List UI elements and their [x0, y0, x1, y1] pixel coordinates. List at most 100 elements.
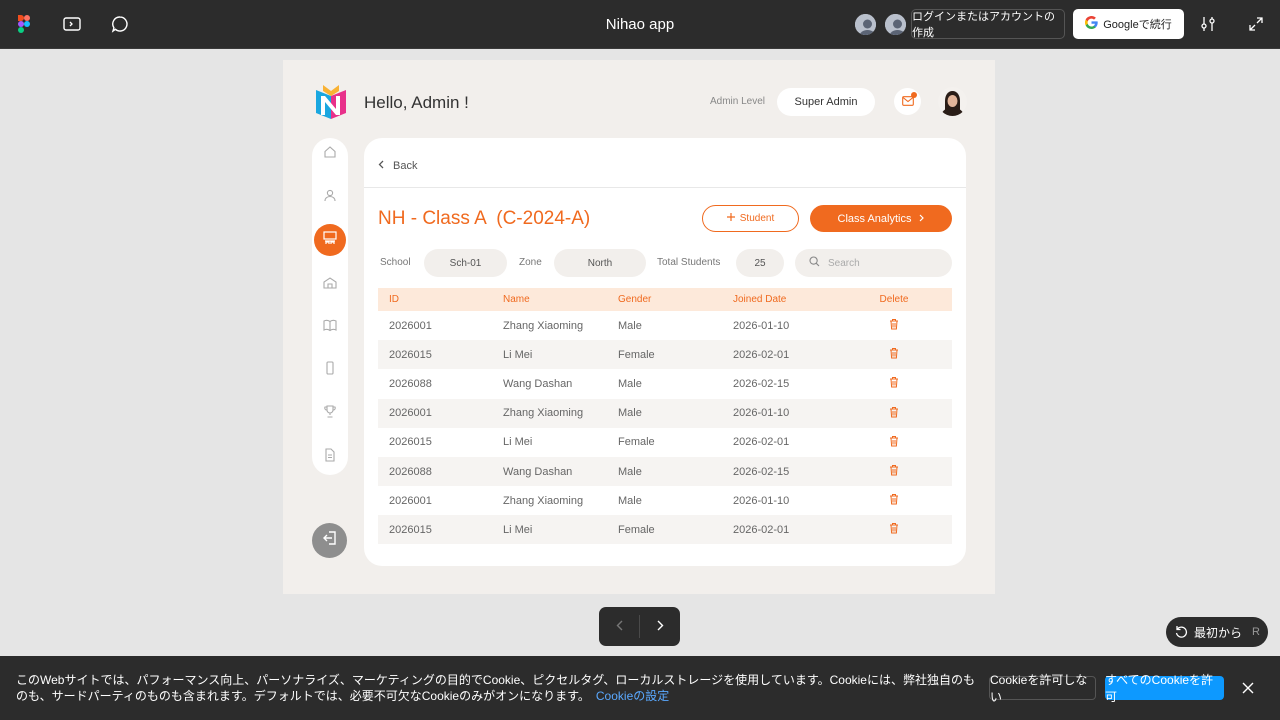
column-header-id[interactable]: ID [389, 288, 399, 311]
back-button[interactable]: Back [378, 160, 417, 172]
expand-icon[interactable] [1244, 12, 1268, 36]
chevron-right-icon [919, 213, 925, 225]
student-name: Li Mei [503, 436, 533, 449]
delete-student-button[interactable] [878, 457, 910, 486]
student-gender: Female [618, 348, 655, 361]
sidebar-item-home[interactable] [314, 138, 346, 170]
school-filter[interactable]: Sch-01 [424, 249, 507, 277]
delete-student-button[interactable] [878, 311, 910, 340]
student-gender: Female [618, 523, 655, 536]
comment-icon[interactable] [108, 12, 132, 36]
school-icon [323, 275, 337, 294]
column-header-delete: Delete [879, 294, 909, 305]
table-row[interactable]: 2026015 Li Mei Female 2026-02-01 [378, 340, 952, 370]
trash-icon [889, 464, 899, 479]
sidebar-item-reports[interactable] [314, 441, 346, 473]
admin-level-badge: Super Admin [777, 88, 875, 116]
restart-label: 最初から [1194, 625, 1243, 640]
table-row[interactable]: 2026001 Zhang Xiaoming Male 2026-01-10 [378, 398, 952, 428]
student-name: Li Mei [503, 348, 533, 361]
delete-student-button[interactable] [878, 399, 910, 428]
trash-icon [889, 522, 899, 537]
restart-button[interactable]: 最初から R [1166, 617, 1268, 647]
student-joined-date: 2026-02-01 [733, 348, 790, 361]
viewer-avatar[interactable] [853, 12, 878, 37]
chevron-right-icon [657, 618, 664, 636]
back-label: Back [393, 160, 418, 172]
table-row[interactable]: 2026015 Li Mei Female 2026-02-01 [378, 515, 952, 545]
zone-filter[interactable]: North [554, 249, 646, 277]
google-icon [1085, 15, 1098, 32]
student-gender: Male [618, 407, 642, 420]
viewer-avatar[interactable] [883, 12, 908, 37]
delete-student-button[interactable] [878, 486, 910, 515]
close-icon[interactable] [1238, 678, 1258, 698]
sidebar-item-achievements[interactable] [314, 397, 346, 429]
student-name: Zhang Xiaoming [503, 319, 584, 332]
student-joined-date: 2026-02-15 [733, 377, 790, 390]
delete-student-button[interactable] [878, 340, 910, 369]
student-joined-date: 2026-01-10 [733, 407, 790, 420]
search-input[interactable]: Search [795, 249, 952, 277]
delete-student-button[interactable] [878, 515, 910, 544]
sidebar-item-users[interactable] [314, 181, 346, 213]
sidebar-item-courses[interactable] [314, 311, 346, 343]
column-header-joined-date[interactable]: Joined Date [733, 288, 786, 311]
page-title: NH - Class A (C-2024-A) [378, 208, 591, 229]
app-frame: Hello, Admin ! Admin Level Super Admin B… [283, 60, 995, 594]
notification-dot [911, 92, 917, 98]
notifications-button[interactable] [894, 88, 921, 115]
delete-student-button[interactable] [878, 369, 910, 398]
cookie-banner: このWebサイトでは、パフォーマンス向上、パーソナライズ、マーケティングの目的で… [0, 656, 1280, 720]
profile-avatar[interactable] [938, 87, 967, 116]
student-name: Wang Dashan [503, 377, 573, 390]
previous-frame-button[interactable] [599, 607, 639, 646]
student-id: 2026088 [389, 465, 432, 478]
student-gender: Male [618, 494, 642, 507]
delete-student-button[interactable] [878, 428, 910, 457]
sidebar-toggle-icon[interactable] [60, 12, 84, 36]
table-row[interactable]: 2026088 Wang Dashan Male 2026-02-15 [378, 457, 952, 486]
next-frame-button[interactable] [640, 607, 680, 646]
add-student-label: Student [739, 213, 775, 224]
add-student-button[interactable]: Student [702, 205, 799, 232]
student-id: 2026001 [389, 494, 432, 507]
student-gender: Female [618, 436, 655, 449]
sidebar-item-classes[interactable] [314, 224, 346, 256]
prototype-pager [599, 607, 680, 646]
student-joined-date: 2026-01-10 [733, 494, 790, 507]
table-row[interactable]: 2026001 Zhang Xiaoming Male 2026-01-10 [378, 311, 952, 340]
student-joined-date: 2026-02-01 [733, 523, 790, 536]
logout-button[interactable] [312, 523, 347, 558]
chevron-left-icon [378, 160, 384, 172]
sidebar-item-devices[interactable] [314, 354, 346, 386]
google-continue-label: Googleで続行 [1103, 19, 1172, 31]
home-icon [323, 145, 337, 164]
trash-icon [889, 347, 899, 362]
table-row[interactable]: 2026015 Li Mei Female 2026-02-01 [378, 428, 952, 457]
google-continue-button[interactable]: Googleで続行 [1073, 9, 1184, 39]
trash-icon [889, 406, 899, 421]
chevron-left-icon [616, 618, 623, 636]
table-header: ID Name Gender Joined Date Delete [378, 288, 952, 311]
allow-cookies-button[interactable]: すべてのCookieを許可 [1105, 673, 1224, 704]
table-row[interactable]: 2026001 Zhang Xiaoming Male 2026-01-10 [378, 486, 952, 515]
cookie-settings-link[interactable]: Cookieの設定 [596, 689, 669, 703]
trash-icon [889, 376, 899, 391]
deny-cookies-button[interactable]: Cookieを許可しない [989, 673, 1096, 704]
student-gender: Male [618, 319, 642, 332]
admin-level-label: Admin Level [710, 96, 766, 107]
login-button[interactable]: ログインまたはアカウントの作成 [911, 9, 1065, 39]
class-analytics-button[interactable]: Class Analytics [810, 205, 952, 232]
column-header-name[interactable]: Name [503, 288, 530, 311]
trophy-icon [323, 404, 337, 423]
sidebar-nav [312, 138, 348, 475]
figma-logo-icon[interactable] [12, 12, 36, 36]
sidebar-item-schools[interactable] [314, 268, 346, 300]
student-name: Wang Dashan [503, 465, 573, 478]
table-row[interactable]: 2026088 Wang Dashan Male 2026-02-15 [378, 369, 952, 398]
column-header-gender[interactable]: Gender [618, 288, 651, 311]
student-id: 2026015 [389, 523, 432, 536]
trash-icon [889, 318, 899, 333]
settings-sliders-icon[interactable] [1196, 12, 1220, 36]
